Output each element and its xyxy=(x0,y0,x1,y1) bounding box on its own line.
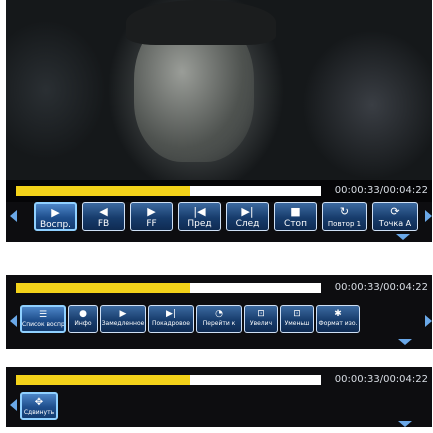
picture-format-button[interactable]: ✱ Формат изо. xyxy=(316,305,360,333)
next-button[interactable]: ▶| След xyxy=(226,202,269,231)
repeat-icon: ↻ xyxy=(339,205,350,218)
control-bar: ✥ Сдвинуть xyxy=(6,391,432,421)
playlist-label: Список воспр. xyxy=(22,321,66,328)
progress-row: 00:00:33/00:04:22 xyxy=(6,373,432,387)
move-button[interactable]: ✥ Сдвинуть xyxy=(20,392,58,420)
next-icon: ▶| xyxy=(241,205,254,218)
scroll-left-arrow[interactable] xyxy=(10,315,17,327)
previous-label: Пред xyxy=(187,219,212,229)
goto-label: Перейти к xyxy=(202,320,236,327)
previous-icon: |◀ xyxy=(193,205,206,218)
video-subject-hair xyxy=(126,0,276,45)
player-panel-move: 00:00:33/00:04:22 ✥ Сдвинуть xyxy=(6,367,432,427)
fast-forward-label: FF xyxy=(146,219,157,229)
point-a-label: Точка A xyxy=(378,219,412,228)
player-panel-main: 00:00:33/00:04:22 ▶ Воспр. ◀ FB ▶ FF |◀ … xyxy=(6,0,432,232)
fast-backward-button[interactable]: ◀ FB xyxy=(82,202,125,231)
zoom-out-label: Уменьш xyxy=(284,320,310,327)
time-display: 00:00:33/00:04:22 xyxy=(334,185,428,196)
play-button[interactable]: ▶ Воспр. xyxy=(34,202,77,231)
repeat-label: Повтор 1 xyxy=(327,220,362,228)
control-bar: ☰ Список воспр. ● Инфо ▶ Замедленное ▶| … xyxy=(6,301,432,341)
play-button-label: Воспр. xyxy=(39,220,72,230)
frame-step-icon: ▶| xyxy=(166,309,176,319)
progress-fill xyxy=(16,375,190,385)
playlist-button[interactable]: ☰ Список воспр. xyxy=(20,305,66,333)
progress-fill xyxy=(16,186,190,196)
progress-row: 00:00:33/00:04:22 xyxy=(6,281,432,295)
playlist-icon: ☰ xyxy=(38,310,48,320)
info-button[interactable]: ● Инфо xyxy=(68,305,98,333)
zoom-in-icon: ⊡ xyxy=(257,309,265,319)
stop-button[interactable]: ■ Стоп xyxy=(274,202,317,231)
fast-backward-label: FB xyxy=(97,219,110,229)
info-label: Инфо xyxy=(74,320,92,327)
fast-forward-button[interactable]: ▶ FF xyxy=(130,202,173,231)
panel1-footer xyxy=(6,232,432,242)
scroll-right-arrow[interactable] xyxy=(425,315,432,327)
move-label: Сдвинуть xyxy=(23,409,55,416)
progress-row: 00:00:33/00:04:22 xyxy=(6,180,432,202)
progress-fill xyxy=(16,283,190,293)
progress-bar[interactable] xyxy=(16,186,321,196)
info-icon: ● xyxy=(79,309,87,319)
stop-label: Стоп xyxy=(284,219,307,229)
progress-bar[interactable] xyxy=(16,283,321,293)
fast-forward-icon: ▶ xyxy=(147,205,156,218)
video-frame xyxy=(6,0,432,180)
control-bar: ▶ Воспр. ◀ FB ▶ FF |◀ Пред ▶| След ■ Сто… xyxy=(6,200,432,232)
goto-icon: ◔ xyxy=(215,309,223,319)
zoom-in-label: Увелич xyxy=(249,320,273,327)
slow-motion-button[interactable]: ▶ Замедленное xyxy=(100,305,146,333)
stop-icon: ■ xyxy=(290,205,301,218)
slow-motion-label: Замедленное xyxy=(101,320,145,327)
expand-down-arrow[interactable] xyxy=(398,339,412,345)
progress-bar[interactable] xyxy=(16,375,321,385)
expand-down-arrow[interactable] xyxy=(398,421,412,427)
next-label: След xyxy=(235,219,260,229)
zoom-out-icon: ⊡ xyxy=(293,309,301,319)
scroll-right-arrow[interactable] xyxy=(425,210,432,222)
goto-button[interactable]: ◔ Перейти к xyxy=(196,305,242,333)
move-icon: ✥ xyxy=(34,397,44,408)
previous-button[interactable]: |◀ Пред xyxy=(178,202,221,231)
picture-format-icon: ✱ xyxy=(334,309,342,319)
scroll-left-arrow[interactable] xyxy=(10,399,17,411)
frame-step-label: Покадровое xyxy=(151,320,190,327)
repeat-button[interactable]: ↻ Повтор 1 xyxy=(322,202,367,231)
video-bg-shape-left xyxy=(6,20,106,160)
video-bg-shape-right xyxy=(302,30,432,180)
time-display: 00:00:33/00:04:22 xyxy=(334,374,428,385)
expand-down-arrow[interactable] xyxy=(396,234,410,240)
zoom-out-button[interactable]: ⊡ Уменьш xyxy=(280,305,314,333)
picture-format-label: Формат изо. xyxy=(318,320,358,327)
frame-step-button[interactable]: ▶| Покадровое xyxy=(148,305,194,333)
player-panel-extended: 00:00:33/00:04:22 ☰ Список воспр. ● Инфо… xyxy=(6,275,432,349)
slow-motion-icon: ▶ xyxy=(119,309,127,319)
zoom-in-button[interactable]: ⊡ Увелич xyxy=(244,305,278,333)
fast-backward-icon: ◀ xyxy=(99,205,108,218)
play-icon: ▶ xyxy=(51,206,60,219)
scroll-left-arrow[interactable] xyxy=(10,210,17,222)
point-a-button[interactable]: ⟳ Точка A xyxy=(372,202,418,231)
point-a-icon: ⟳ xyxy=(390,205,400,218)
time-display: 00:00:33/00:04:22 xyxy=(334,282,428,293)
